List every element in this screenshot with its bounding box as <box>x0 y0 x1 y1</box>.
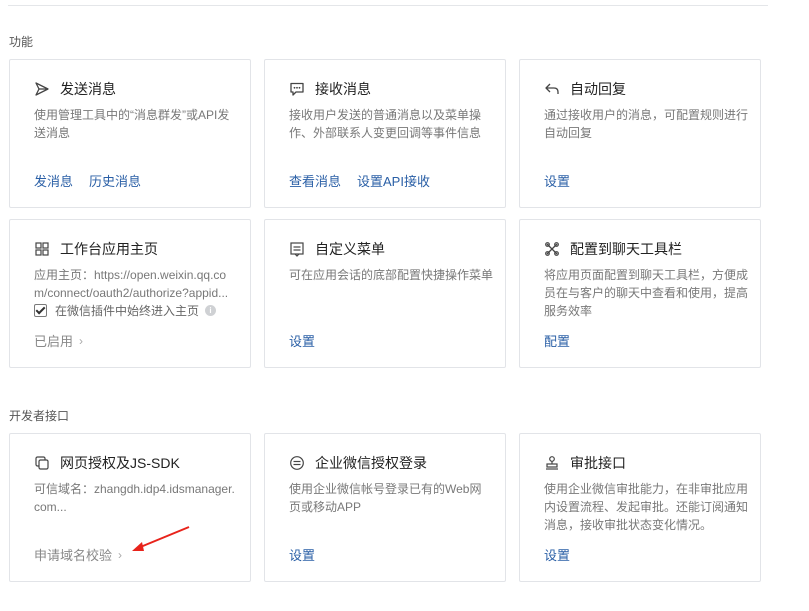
auto-reply-settings-link[interactable]: 设置 <box>544 171 570 190</box>
grid-icon <box>34 241 50 257</box>
card-description: 使用管理工具中的“消息群发”或API发送消息 <box>34 108 230 140</box>
card-title: 自定义菜单 <box>315 241 385 257</box>
chat-bubble-icon <box>289 81 305 97</box>
card-title: 企业微信授权登录 <box>315 455 427 471</box>
card-description: 接收用户发送的普通消息以及菜单操作、外部联系人变更回调等事件信息 <box>289 108 482 140</box>
login-icon <box>289 455 305 471</box>
red-arrow-annotation <box>132 526 190 551</box>
always-enter-homepage-option[interactable]: 在微信插件中始终进入主页 i <box>34 302 217 319</box>
card-web-auth-jssdk: 网页授权及JS-SDK 可信域名：zhangdh.idp4.idsmanager… <box>9 433 251 582</box>
chevron-right-icon: › <box>118 547 123 562</box>
chat-toolbar-configure-link[interactable]: 配置 <box>544 331 570 350</box>
card-description: 将应用页面配置到聊天工具栏，方便成员在与客户的聊天中查看和使用，提高服务效率 <box>544 268 749 318</box>
card-auto-reply: 自动回复 通过接收用户的消息，可配置规则进行自动回复 设置 <box>519 59 761 208</box>
card-description: 可在应用会话的底部配置快捷操作菜单 <box>289 268 494 282</box>
card-description: 使用企业微信审批能力，在非审批应用内设置流程、发起审批。还能订阅通知消息，接收审… <box>544 482 749 532</box>
card-title: 接收消息 <box>315 81 371 97</box>
card-description: 应用主页：https://open.weixin.qq.com/connect/… <box>34 268 229 300</box>
card-send-message: 发送消息 使用管理工具中的“消息群发”或API发送消息 发消息 历史消息 <box>9 59 251 208</box>
card-wecom-auth-login: 企业微信授权登录 使用企业微信帐号登录已有的Web网页或移动APP 设置 <box>264 433 506 582</box>
top-divider <box>8 5 768 6</box>
card-title: 工作台应用主页 <box>60 241 158 257</box>
card-custom-menu: 自定义菜单 可在应用会话的底部配置快捷操作菜单 设置 <box>264 219 506 368</box>
stamp-icon <box>544 455 560 471</box>
chevron-right-icon: › <box>79 333 84 348</box>
card-chat-toolbar: 配置到聊天工具栏 将应用页面配置到聊天工具栏，方便成员在与客户的聊天中查看和使用… <box>519 219 761 368</box>
card-title: 网页授权及JS-SDK <box>60 455 180 471</box>
developer-section-title: 开发者接口 <box>9 409 70 423</box>
card-description: 使用企业微信帐号登录已有的Web网页或移动APP <box>289 482 482 514</box>
card-title: 审批接口 <box>570 455 626 471</box>
card-workbench-homepage: 工作台应用主页 应用主页：https://open.weixin.qq.com/… <box>9 219 251 368</box>
approval-api-settings-link[interactable]: 设置 <box>544 545 570 564</box>
card-description: 通过接收用户的消息，可配置规则进行自动回复 <box>544 108 749 140</box>
set-api-receive-link[interactable]: 设置API接收 <box>357 171 430 190</box>
view-messages-link[interactable]: 查看消息 <box>289 171 341 190</box>
card-title: 自动回复 <box>570 81 626 97</box>
card-description: 可信域名：zhangdh.idp4.idsmanager.com... <box>34 482 235 514</box>
info-icon[interactable]: i <box>205 305 217 316</box>
reply-icon <box>544 81 560 97</box>
enabled-status-link[interactable]: 已启用 <box>34 331 73 350</box>
menu-icon <box>289 241 305 257</box>
card-receive-message: 接收消息 接收用户发送的普通消息以及菜单操作、外部联系人变更回调等事件信息 查看… <box>264 59 506 208</box>
features-section-title: 功能 <box>9 35 34 49</box>
checkbox-label: 在微信插件中始终进入主页 <box>55 304 200 318</box>
tools-icon <box>544 241 560 257</box>
apply-domain-verification-link[interactable]: 申请域名校验 <box>34 545 112 564</box>
message-history-link[interactable]: 历史消息 <box>89 171 141 190</box>
send-message-link[interactable]: 发消息 <box>34 171 73 190</box>
card-title: 发送消息 <box>60 81 116 97</box>
copy-icon <box>34 455 50 471</box>
wecom-login-settings-link[interactable]: 设置 <box>289 545 315 564</box>
card-title: 配置到聊天工具栏 <box>570 241 682 257</box>
card-approval-api: 审批接口 使用企业微信审批能力，在非审批应用内设置流程、发起审批。还能订阅通知消… <box>519 433 761 582</box>
send-icon <box>34 81 50 97</box>
always-enter-homepage-checkbox[interactable] <box>34 304 47 317</box>
custom-menu-settings-link[interactable]: 设置 <box>289 331 315 350</box>
